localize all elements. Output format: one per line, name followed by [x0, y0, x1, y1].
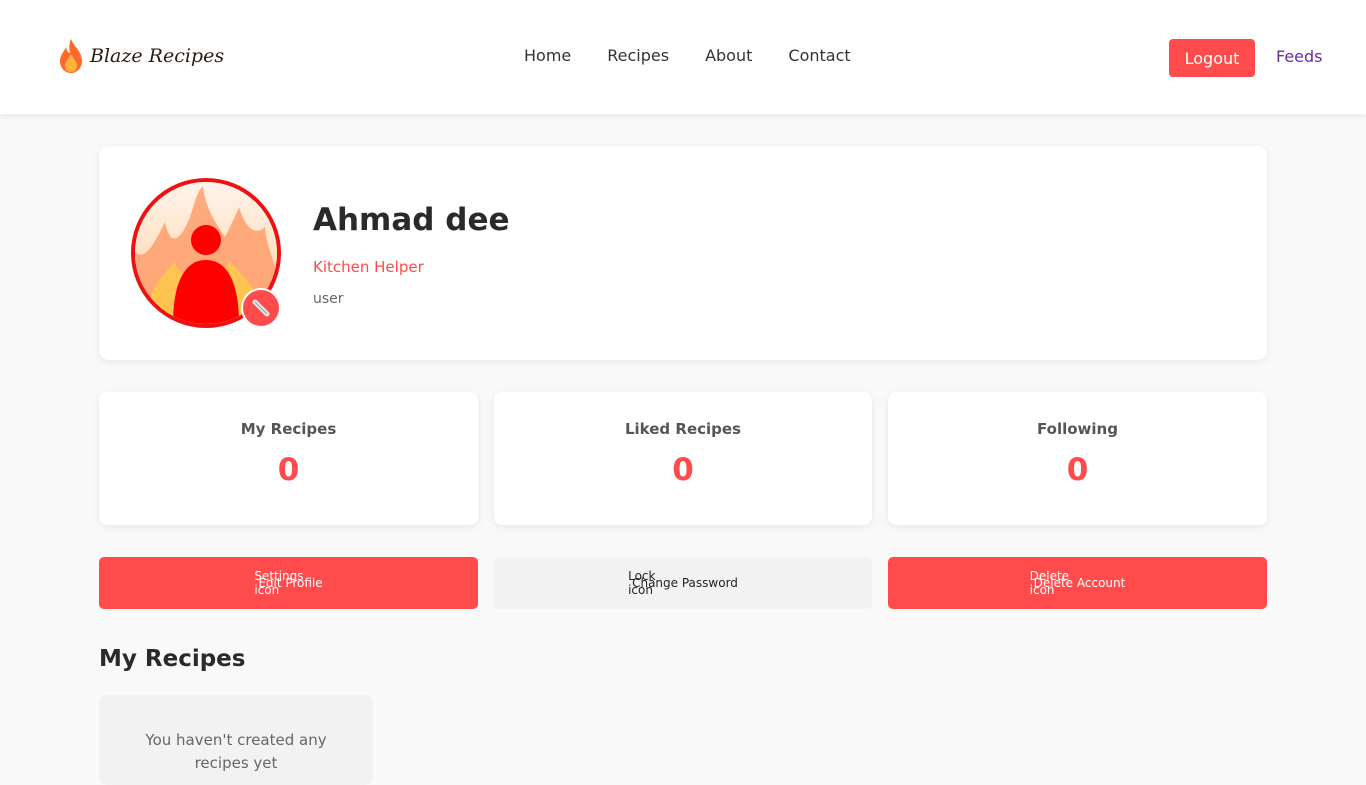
change-password-label: Change Password	[632, 576, 738, 590]
empty-recipes-message: You haven't created any recipes yet	[99, 695, 373, 785]
edit-avatar-button[interactable]	[241, 288, 281, 328]
feeds-link[interactable]: Feeds	[1276, 47, 1323, 66]
stat-value: 0	[672, 452, 694, 488]
site-header: Blaze Recipes Home Recipes About Contact…	[0, 0, 1366, 114]
stat-value: 0	[1066, 452, 1089, 488]
profile-role: user	[313, 291, 344, 307]
stat-label: My Recipes	[240, 420, 337, 438]
nav-recipes[interactable]: Recipes	[607, 46, 669, 65]
stat-label: Liked Recipes	[624, 420, 741, 438]
edit-profile-label: Edit Profile	[258, 576, 323, 590]
brand-name: Blaze Recipes	[90, 45, 225, 67]
my-recipes-heading: My Recipes	[99, 646, 246, 672]
stat-label: Following	[1037, 420, 1118, 438]
brand-logo[interactable]: Blaze Recipes	[58, 38, 224, 74]
logout-button[interactable]: Logout	[1169, 39, 1255, 77]
edit-profile-button[interactable]: Settings icon Edit Profile	[99, 557, 478, 609]
stat-my-recipes: My Recipes 0	[99, 392, 478, 525]
profile-title: Kitchen Helper	[313, 258, 424, 276]
stat-value: 0	[277, 452, 300, 488]
stat-liked-recipes: Liked Recipes 0	[494, 392, 872, 525]
nav-contact[interactable]: Contact	[788, 46, 850, 65]
delete-account-label: Delete Account	[1033, 576, 1126, 590]
change-password-button[interactable]: Lock icon Change Password	[494, 557, 872, 609]
flame-icon	[60, 39, 82, 73]
avatar	[131, 178, 281, 328]
nav-about[interactable]: About	[705, 46, 752, 65]
pencil-icon	[252, 299, 270, 317]
nav-home[interactable]: Home	[524, 46, 571, 65]
profile-card: Ahmad dee Kitchen Helper user	[99, 146, 1267, 360]
profile-name: Ahmad dee	[313, 202, 510, 238]
main-nav: Home Recipes About Contact	[524, 46, 887, 65]
delete-account-button[interactable]: Delete icon Delete Account	[888, 557, 1267, 609]
stat-following: Following 0	[888, 392, 1267, 525]
